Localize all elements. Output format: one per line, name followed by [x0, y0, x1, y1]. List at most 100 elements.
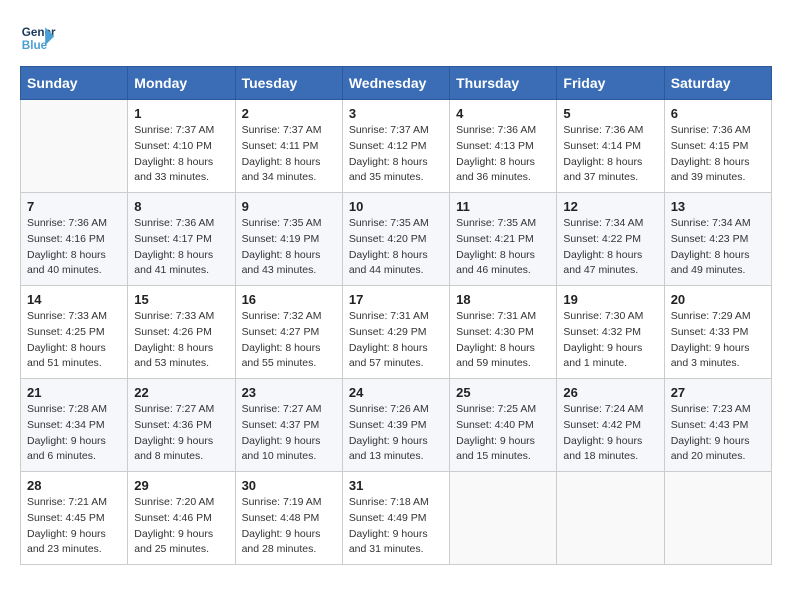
calendar-cell: 29 Sunrise: 7:20 AMSunset: 4:46 PMDayligh… [128, 472, 235, 565]
calendar-cell: 7 Sunrise: 7:36 AMSunset: 4:16 PMDaylight… [21, 193, 128, 286]
col-header-friday: Friday [557, 67, 664, 100]
day-info: Sunrise: 7:34 AMSunset: 4:23 PMDaylight:… [671, 216, 765, 279]
day-number: 23 [242, 385, 336, 400]
day-info: Sunrise: 7:35 AMSunset: 4:19 PMDaylight:… [242, 216, 336, 279]
calendar-cell: 27Sunrise: 7:23 AMSunset: 4:43 PMDayligh… [664, 379, 771, 472]
calendar-cell: 9 Sunrise: 7:35 AMSunset: 4:19 PMDaylight… [235, 193, 342, 286]
calendar-cell: 19 Sunrise: 7:30 AMSunset: 4:32 PMDayligh… [557, 286, 664, 379]
day-number: 25 [456, 385, 550, 400]
day-number: 14 [27, 292, 121, 307]
day-info: Sunrise: 7:33 AMSunset: 4:25 PMDaylight:… [27, 309, 121, 372]
day-info: Sunrise: 7:28 AMSunset: 4:34 PMDaylight:… [27, 402, 121, 465]
day-number: 1 [134, 106, 228, 121]
day-number: 18 [456, 292, 550, 307]
day-info: Sunrise: 7:23 AMSunset: 4:43 PMDaylight:… [671, 402, 765, 465]
day-info: Sunrise: 7:19 AMSunset: 4:48 PMDaylight:… [242, 495, 336, 558]
day-number: 28 [27, 478, 121, 493]
calendar-cell: 10Sunrise: 7:35 AMSunset: 4:20 PMDayligh… [342, 193, 449, 286]
col-header-monday: Monday [128, 67, 235, 100]
svg-text:Blue: Blue [22, 39, 48, 52]
calendar-cell: 21 Sunrise: 7:28 AMSunset: 4:34 PMDayligh… [21, 379, 128, 472]
day-number: 12 [563, 199, 657, 214]
calendar-cell: 11Sunrise: 7:35 AMSunset: 4:21 PMDayligh… [450, 193, 557, 286]
calendar-cell: 20 Sunrise: 7:29 AMSunset: 4:33 PMDayligh… [664, 286, 771, 379]
calendar-cell: 8Sunrise: 7:36 AMSunset: 4:17 PMDaylight… [128, 193, 235, 286]
logo: General Blue [20, 20, 56, 56]
day-info: Sunrise: 7:30 AMSunset: 4:32 PMDaylight:… [563, 309, 657, 372]
day-number: 31 [349, 478, 443, 493]
calendar-cell: 16 Sunrise: 7:32 AMSunset: 4:27 PMDayligh… [235, 286, 342, 379]
day-number: 30 [242, 478, 336, 493]
calendar-week-4: 21 Sunrise: 7:28 AMSunset: 4:34 PMDayligh… [21, 379, 772, 472]
calendar-cell: 31 Sunrise: 7:18 AMSunset: 4:49 PMDayligh… [342, 472, 449, 565]
calendar-cell [557, 472, 664, 565]
day-number: 19 [563, 292, 657, 307]
day-number: 21 [27, 385, 121, 400]
day-info: Sunrise: 7:32 AMSunset: 4:27 PMDaylight:… [242, 309, 336, 372]
day-number: 15 [134, 292, 228, 307]
calendar-cell: 25 Sunrise: 7:25 AMSunset: 4:40 PMDayligh… [450, 379, 557, 472]
day-info: Sunrise: 7:31 AMSunset: 4:30 PMDaylight:… [456, 309, 550, 372]
day-number: 16 [242, 292, 336, 307]
day-info: Sunrise: 7:24 AMSunset: 4:42 PMDaylight:… [563, 402, 657, 465]
day-number: 11 [456, 199, 550, 214]
day-info: Sunrise: 7:36 AMSunset: 4:13 PMDaylight:… [456, 123, 550, 186]
day-number: 17 [349, 292, 443, 307]
day-info: Sunrise: 7:26 AMSunset: 4:39 PMDaylight:… [349, 402, 443, 465]
day-number: 9 [242, 199, 336, 214]
calendar-cell [664, 472, 771, 565]
calendar-cell: 12 Sunrise: 7:34 AMSunset: 4:22 PMDayligh… [557, 193, 664, 286]
calendar-cell: 17 Sunrise: 7:31 AMSunset: 4:29 PMDayligh… [342, 286, 449, 379]
day-info: Sunrise: 7:35 AMSunset: 4:20 PMDaylight:… [349, 216, 443, 279]
day-number: 29 [134, 478, 228, 493]
calendar-table: SundayMondayTuesdayWednesdayThursdayFrid… [20, 66, 772, 565]
col-header-tuesday: Tuesday [235, 67, 342, 100]
calendar-cell: 1 Sunrise: 7:37 AMSunset: 4:10 PMDaylight… [128, 100, 235, 193]
calendar-week-3: 14 Sunrise: 7:33 AMSunset: 4:25 PMDayligh… [21, 286, 772, 379]
calendar-cell: 3Sunrise: 7:37 AMSunset: 4:12 PMDaylight… [342, 100, 449, 193]
page-header: General Blue [20, 20, 772, 56]
calendar-cell: 24 Sunrise: 7:26 AMSunset: 4:39 PMDayligh… [342, 379, 449, 472]
day-info: Sunrise: 7:36 AMSunset: 4:16 PMDaylight:… [27, 216, 121, 279]
calendar-cell: 18 Sunrise: 7:31 AMSunset: 4:30 PMDayligh… [450, 286, 557, 379]
day-info: Sunrise: 7:36 AMSunset: 4:17 PMDaylight:… [134, 216, 228, 279]
day-number: 20 [671, 292, 765, 307]
day-info: Sunrise: 7:20 AMSunset: 4:46 PMDaylight:… [134, 495, 228, 558]
calendar-cell: 14 Sunrise: 7:33 AMSunset: 4:25 PMDayligh… [21, 286, 128, 379]
day-info: Sunrise: 7:37 AMSunset: 4:11 PMDaylight:… [242, 123, 336, 186]
day-info: Sunrise: 7:25 AMSunset: 4:40 PMDaylight:… [456, 402, 550, 465]
calendar-cell: 2Sunrise: 7:37 AMSunset: 4:11 PMDaylight… [235, 100, 342, 193]
day-info: Sunrise: 7:27 AMSunset: 4:37 PMDaylight:… [242, 402, 336, 465]
calendar-cell: 23 Sunrise: 7:27 AMSunset: 4:37 PMDayligh… [235, 379, 342, 472]
day-number: 26 [563, 385, 657, 400]
day-number: 24 [349, 385, 443, 400]
logo-icon: General Blue [20, 20, 56, 56]
calendar-cell: 6 Sunrise: 7:36 AMSunset: 4:15 PMDaylight… [664, 100, 771, 193]
calendar-cell: 15 Sunrise: 7:33 AMSunset: 4:26 PMDayligh… [128, 286, 235, 379]
col-header-sunday: Sunday [21, 67, 128, 100]
day-info: Sunrise: 7:33 AMSunset: 4:26 PMDaylight:… [134, 309, 228, 372]
calendar-cell: 26 Sunrise: 7:24 AMSunset: 4:42 PMDayligh… [557, 379, 664, 472]
day-info: Sunrise: 7:36 AMSunset: 4:15 PMDaylight:… [671, 123, 765, 186]
day-number: 3 [349, 106, 443, 121]
calendar-cell: 22 Sunrise: 7:27 AMSunset: 4:36 PMDayligh… [128, 379, 235, 472]
day-info: Sunrise: 7:37 AMSunset: 4:10 PMDaylight:… [134, 123, 228, 186]
calendar-week-2: 7 Sunrise: 7:36 AMSunset: 4:16 PMDaylight… [21, 193, 772, 286]
day-info: Sunrise: 7:29 AMSunset: 4:33 PMDaylight:… [671, 309, 765, 372]
day-number: 7 [27, 199, 121, 214]
calendar-header: SundayMondayTuesdayWednesdayThursdayFrid… [21, 67, 772, 100]
day-number: 4 [456, 106, 550, 121]
day-number: 5 [563, 106, 657, 121]
col-header-wednesday: Wednesday [342, 67, 449, 100]
day-number: 13 [671, 199, 765, 214]
calendar-cell: 4 Sunrise: 7:36 AMSunset: 4:13 PMDaylight… [450, 100, 557, 193]
day-info: Sunrise: 7:31 AMSunset: 4:29 PMDaylight:… [349, 309, 443, 372]
day-number: 6 [671, 106, 765, 121]
day-number: 22 [134, 385, 228, 400]
day-info: Sunrise: 7:34 AMSunset: 4:22 PMDaylight:… [563, 216, 657, 279]
day-info: Sunrise: 7:36 AMSunset: 4:14 PMDaylight:… [563, 123, 657, 186]
calendar-week-5: 28Sunrise: 7:21 AMSunset: 4:45 PMDayligh… [21, 472, 772, 565]
day-info: Sunrise: 7:27 AMSunset: 4:36 PMDaylight:… [134, 402, 228, 465]
day-info: Sunrise: 7:18 AMSunset: 4:49 PMDaylight:… [349, 495, 443, 558]
calendar-week-1: 1 Sunrise: 7:37 AMSunset: 4:10 PMDaylight… [21, 100, 772, 193]
